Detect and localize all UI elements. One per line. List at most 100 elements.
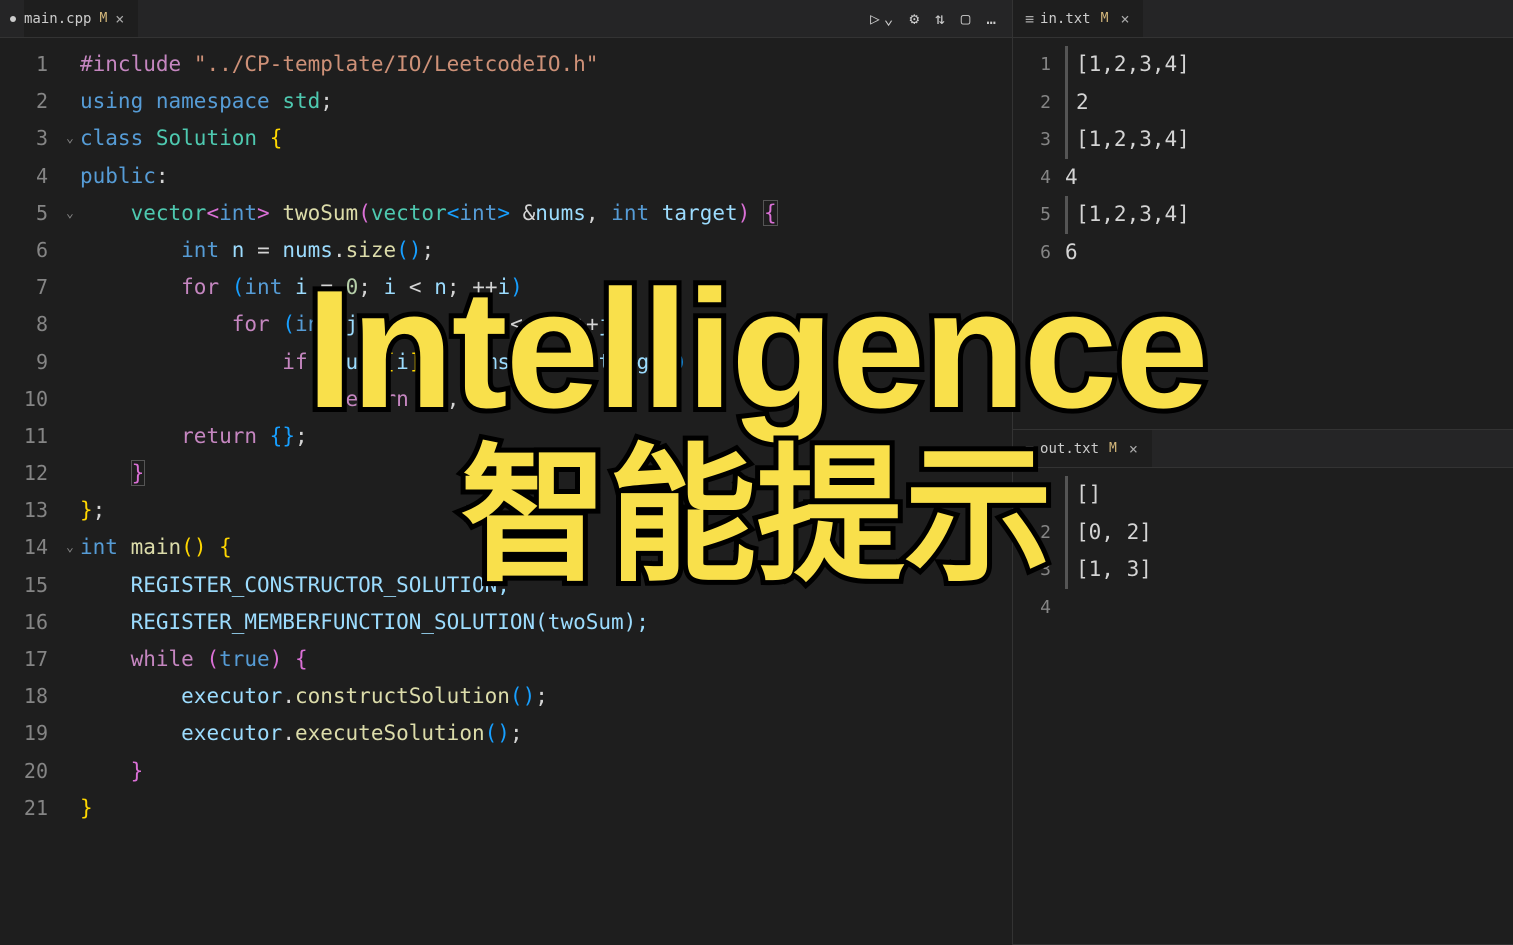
code-line[interactable]: if (nums[i] + nums[j] == target) <box>80 344 1012 381</box>
close-icon[interactable]: × <box>1118 10 1131 28</box>
line-num: 14 <box>0 529 48 566</box>
line-num: 10 <box>0 381 48 418</box>
line-num: 12 <box>0 455 48 492</box>
code-line[interactable]: 4 <box>1065 159 1513 197</box>
code-line[interactable]: } <box>80 753 1012 790</box>
line-num: 2 <box>0 83 48 120</box>
tab-label: out.txt <box>1040 441 1099 457</box>
code-line[interactable]: for (int i = 0; i < n; ++i) <box>80 269 1012 306</box>
code-line[interactable]: [1,2,3,4] <box>1065 121 1513 159</box>
line-num: 13 <box>0 492 48 529</box>
fold-marker[interactable] <box>66 455 80 492</box>
line-num: 3 <box>1013 121 1051 159</box>
editor-actions: ▷ ⌄ ⚙ ⇅ ▢ … <box>870 9 1012 28</box>
code-line[interactable]: [1,2,3,4] <box>1065 196 1513 234</box>
code-line[interactable]: [1,2,3,4] <box>1065 46 1513 84</box>
code-line[interactable]: [0, 2] <box>1065 514 1513 552</box>
code-line[interactable] <box>1065 589 1513 627</box>
code-line[interactable]: 2 <box>1065 84 1513 122</box>
code-body[interactable]: [] [0, 2] [1, 3] <box>1065 476 1513 944</box>
compare-icon[interactable]: ⇅ <box>935 9 945 28</box>
code-line[interactable]: executor.constructSolution(); <box>80 678 1012 715</box>
code-line[interactable]: vector<int> twoSum(vector<int> &nums, in… <box>80 195 1012 232</box>
line-num: 6 <box>0 232 48 269</box>
fold-marker[interactable]: ⌄ <box>66 529 80 566</box>
fold-marker[interactable] <box>66 158 80 195</box>
fold-marker[interactable] <box>66 492 80 529</box>
line-num: 2 <box>1013 514 1051 552</box>
code-line[interactable]: executor.executeSolution(); <box>80 715 1012 752</box>
code-editor-in[interactable]: 1 2 3 4 5 6 [1,2,3,4] 2 [1,2,3,4] 4 [1,2… <box>1013 38 1513 429</box>
code-line[interactable]: int main() { <box>80 529 1012 566</box>
run-dropdown-icon[interactable]: ⌄ <box>884 9 894 28</box>
code-line[interactable]: for (int j = i + 1; j < n; ++j) <box>80 306 1012 343</box>
line-gutter: 1 2 3 4 <box>1013 476 1065 944</box>
line-num: 15 <box>0 567 48 604</box>
tab-out-txt[interactable]: ≡ out.txt M × <box>1013 430 1152 467</box>
line-num: 2 <box>1013 84 1051 122</box>
tab-modified-badge: M <box>1109 441 1117 456</box>
code-line[interactable]: return {i, j}; <box>80 381 1012 418</box>
fold-marker[interactable] <box>66 753 80 790</box>
fold-marker[interactable] <box>66 83 80 120</box>
code-line[interactable]: #include "../CP-template/IO/LeetcodeIO.h… <box>80 46 1012 83</box>
code-body[interactable]: [1,2,3,4] 2 [1,2,3,4] 4 [1,2,3,4] 6 <box>1065 46 1513 429</box>
line-num: 5 <box>1013 196 1051 234</box>
fold-marker[interactable] <box>66 604 80 641</box>
line-num: 4 <box>1013 589 1051 627</box>
code-line[interactable]: using namespace std; <box>80 83 1012 120</box>
code-line[interactable]: } <box>80 790 1012 827</box>
line-gutter: 1 2 3 4 5 6 <box>1013 46 1065 429</box>
fold-marker[interactable] <box>66 232 80 269</box>
modified-dot-icon <box>10 16 16 22</box>
fold-marker[interactable] <box>66 344 80 381</box>
close-icon[interactable]: × <box>113 10 126 28</box>
close-icon[interactable]: × <box>1127 440 1140 458</box>
file-icon: ≡ <box>1025 10 1034 28</box>
fold-marker[interactable] <box>66 790 80 827</box>
fold-marker[interactable] <box>66 641 80 678</box>
fold-marker[interactable] <box>66 715 80 752</box>
code-line[interactable]: } <box>80 455 1012 492</box>
fold-marker[interactable]: ⌄ <box>66 195 80 232</box>
code-line[interactable]: public: <box>80 158 1012 195</box>
code-line[interactable]: [1, 3] <box>1065 551 1513 589</box>
code-line[interactable]: REGISTER_CONSTRUCTOR_SOLUTION; <box>80 567 1012 604</box>
fold-marker[interactable] <box>66 381 80 418</box>
code-line[interactable]: [] <box>1065 476 1513 514</box>
line-num: 19 <box>0 715 48 752</box>
code-line[interactable]: }; <box>80 492 1012 529</box>
tab-in-txt[interactable]: ≡ in.txt M × <box>1013 0 1143 37</box>
fold-marker[interactable] <box>66 678 80 715</box>
split-icon[interactable]: ▢ <box>961 9 971 28</box>
line-num: 5 <box>0 195 48 232</box>
fold-marker[interactable] <box>66 567 80 604</box>
line-num: 8 <box>0 306 48 343</box>
tab-main-cpp[interactable]: main.cpp M × <box>24 0 138 37</box>
code-line[interactable]: 6 <box>1065 234 1513 272</box>
fold-marker[interactable] <box>66 46 80 83</box>
run-icon[interactable]: ▷ <box>870 9 880 28</box>
code-editor[interactable]: 1 2 3 4 5 6 7 8 9 10 11 12 13 14 15 16 1… <box>0 38 1012 945</box>
code-line[interactable]: REGISTER_MEMBERFUNCTION_SOLUTION(twoSum)… <box>80 604 1012 641</box>
code-editor-out[interactable]: 1 2 3 4 [] [0, 2] [1, 3] <box>1013 468 1513 944</box>
code-line[interactable]: return {}; <box>80 418 1012 455</box>
line-num: 16 <box>0 604 48 641</box>
line-num: 4 <box>0 158 48 195</box>
fold-marker[interactable] <box>66 306 80 343</box>
code-line[interactable]: class Solution { <box>80 120 1012 157</box>
gear-icon[interactable]: ⚙ <box>909 9 919 28</box>
tab-bar-out: ≡ out.txt M × <box>1013 430 1513 468</box>
fold-marker[interactable] <box>66 418 80 455</box>
fold-marker[interactable]: ⌄ <box>66 120 80 157</box>
code-line[interactable]: int n = nums.size(); <box>80 232 1012 269</box>
code-body[interactable]: #include "../CP-template/IO/LeetcodeIO.h… <box>80 46 1012 945</box>
more-icon[interactable]: … <box>986 9 996 28</box>
tab-label: in.txt <box>1040 11 1091 27</box>
code-line[interactable]: while (true) { <box>80 641 1012 678</box>
line-num: 20 <box>0 753 48 790</box>
fold-marker[interactable] <box>66 269 80 306</box>
line-num: 1 <box>1013 476 1051 514</box>
line-num: 6 <box>1013 234 1051 272</box>
line-num: 9 <box>0 344 48 381</box>
